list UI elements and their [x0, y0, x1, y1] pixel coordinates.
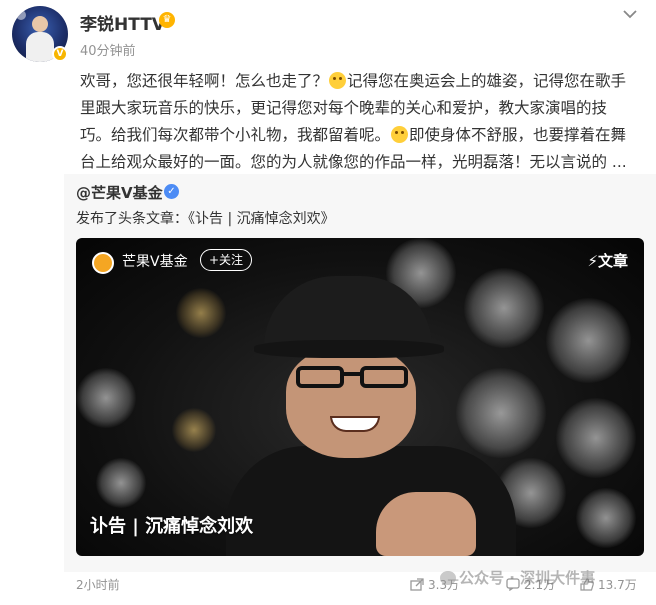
bokeh-light [546, 298, 631, 383]
share-icon [410, 578, 424, 591]
crown-icon: ♛ [159, 12, 175, 28]
face [286, 348, 416, 458]
content-part-1: 欢哥，您还很年轻啊！怎么也走了？ [80, 72, 329, 90]
avatar-light [16, 10, 26, 20]
username[interactable]: 李锐HTTV [80, 10, 165, 35]
bokeh-light [96, 458, 146, 508]
article-tag: ⚡文章 [587, 252, 628, 270]
article-card[interactable]: 芒果V基金 +关注 ⚡文章 讣告 | 沉痛悼念刘欢 [76, 238, 644, 556]
singer-photo [226, 268, 516, 556]
bokeh-light [556, 398, 636, 478]
glasses-bridge [342, 372, 362, 376]
repost-text: 发布了头条文章：《讣告 | 沉痛悼念刘欢》 [76, 211, 335, 227]
glasses [296, 366, 412, 390]
verified-badge-icon: V [52, 46, 68, 62]
crying-emoji-icon [391, 126, 409, 143]
avatar-head [32, 16, 48, 32]
hand [376, 492, 476, 556]
chevron-down-icon[interactable] [622, 8, 640, 22]
bokeh-light [76, 368, 136, 428]
watermark-text: 公众号 · 深圳大件事 [459, 569, 596, 587]
bokeh-light [172, 408, 216, 452]
footer-time: 2小时前 [76, 578, 120, 592]
avatar-body [26, 32, 54, 62]
glasses-lens-left [296, 366, 344, 388]
bokeh-light [576, 488, 636, 548]
post-time[interactable]: 40分钟前 [80, 40, 136, 59]
cap-brim [254, 340, 444, 358]
watermark: 公众号 · 深圳大件事 [440, 567, 595, 588]
repost-block[interactable]: @芒果V基金 ✓ 发布了头条文章：《讣告 | 沉痛悼念刘欢》 芒果V基金 +关注… [64, 174, 656, 572]
glasses-lens-right [360, 366, 408, 388]
wechat-icon [440, 571, 456, 585]
like-count: 13.7万 [598, 578, 637, 592]
mango-logo-icon [92, 252, 114, 274]
repost-author[interactable]: @芒果V基金 [76, 182, 163, 203]
follow-button[interactable]: +关注 [200, 249, 253, 271]
verified-blue-icon: ✓ [164, 184, 179, 199]
weibo-post: V 李锐HTTV ♛ 40分钟前 欢哥，您还很年轻啊！怎么也走了？ 记得您在奥运会… [0, 0, 656, 605]
card-source-name[interactable]: 芒果V基金 [122, 251, 188, 271]
article-title[interactable]: 讣告 | 沉痛悼念刘欢 [90, 512, 253, 538]
crying-emoji-icon [329, 72, 347, 89]
bokeh-light [176, 288, 226, 338]
